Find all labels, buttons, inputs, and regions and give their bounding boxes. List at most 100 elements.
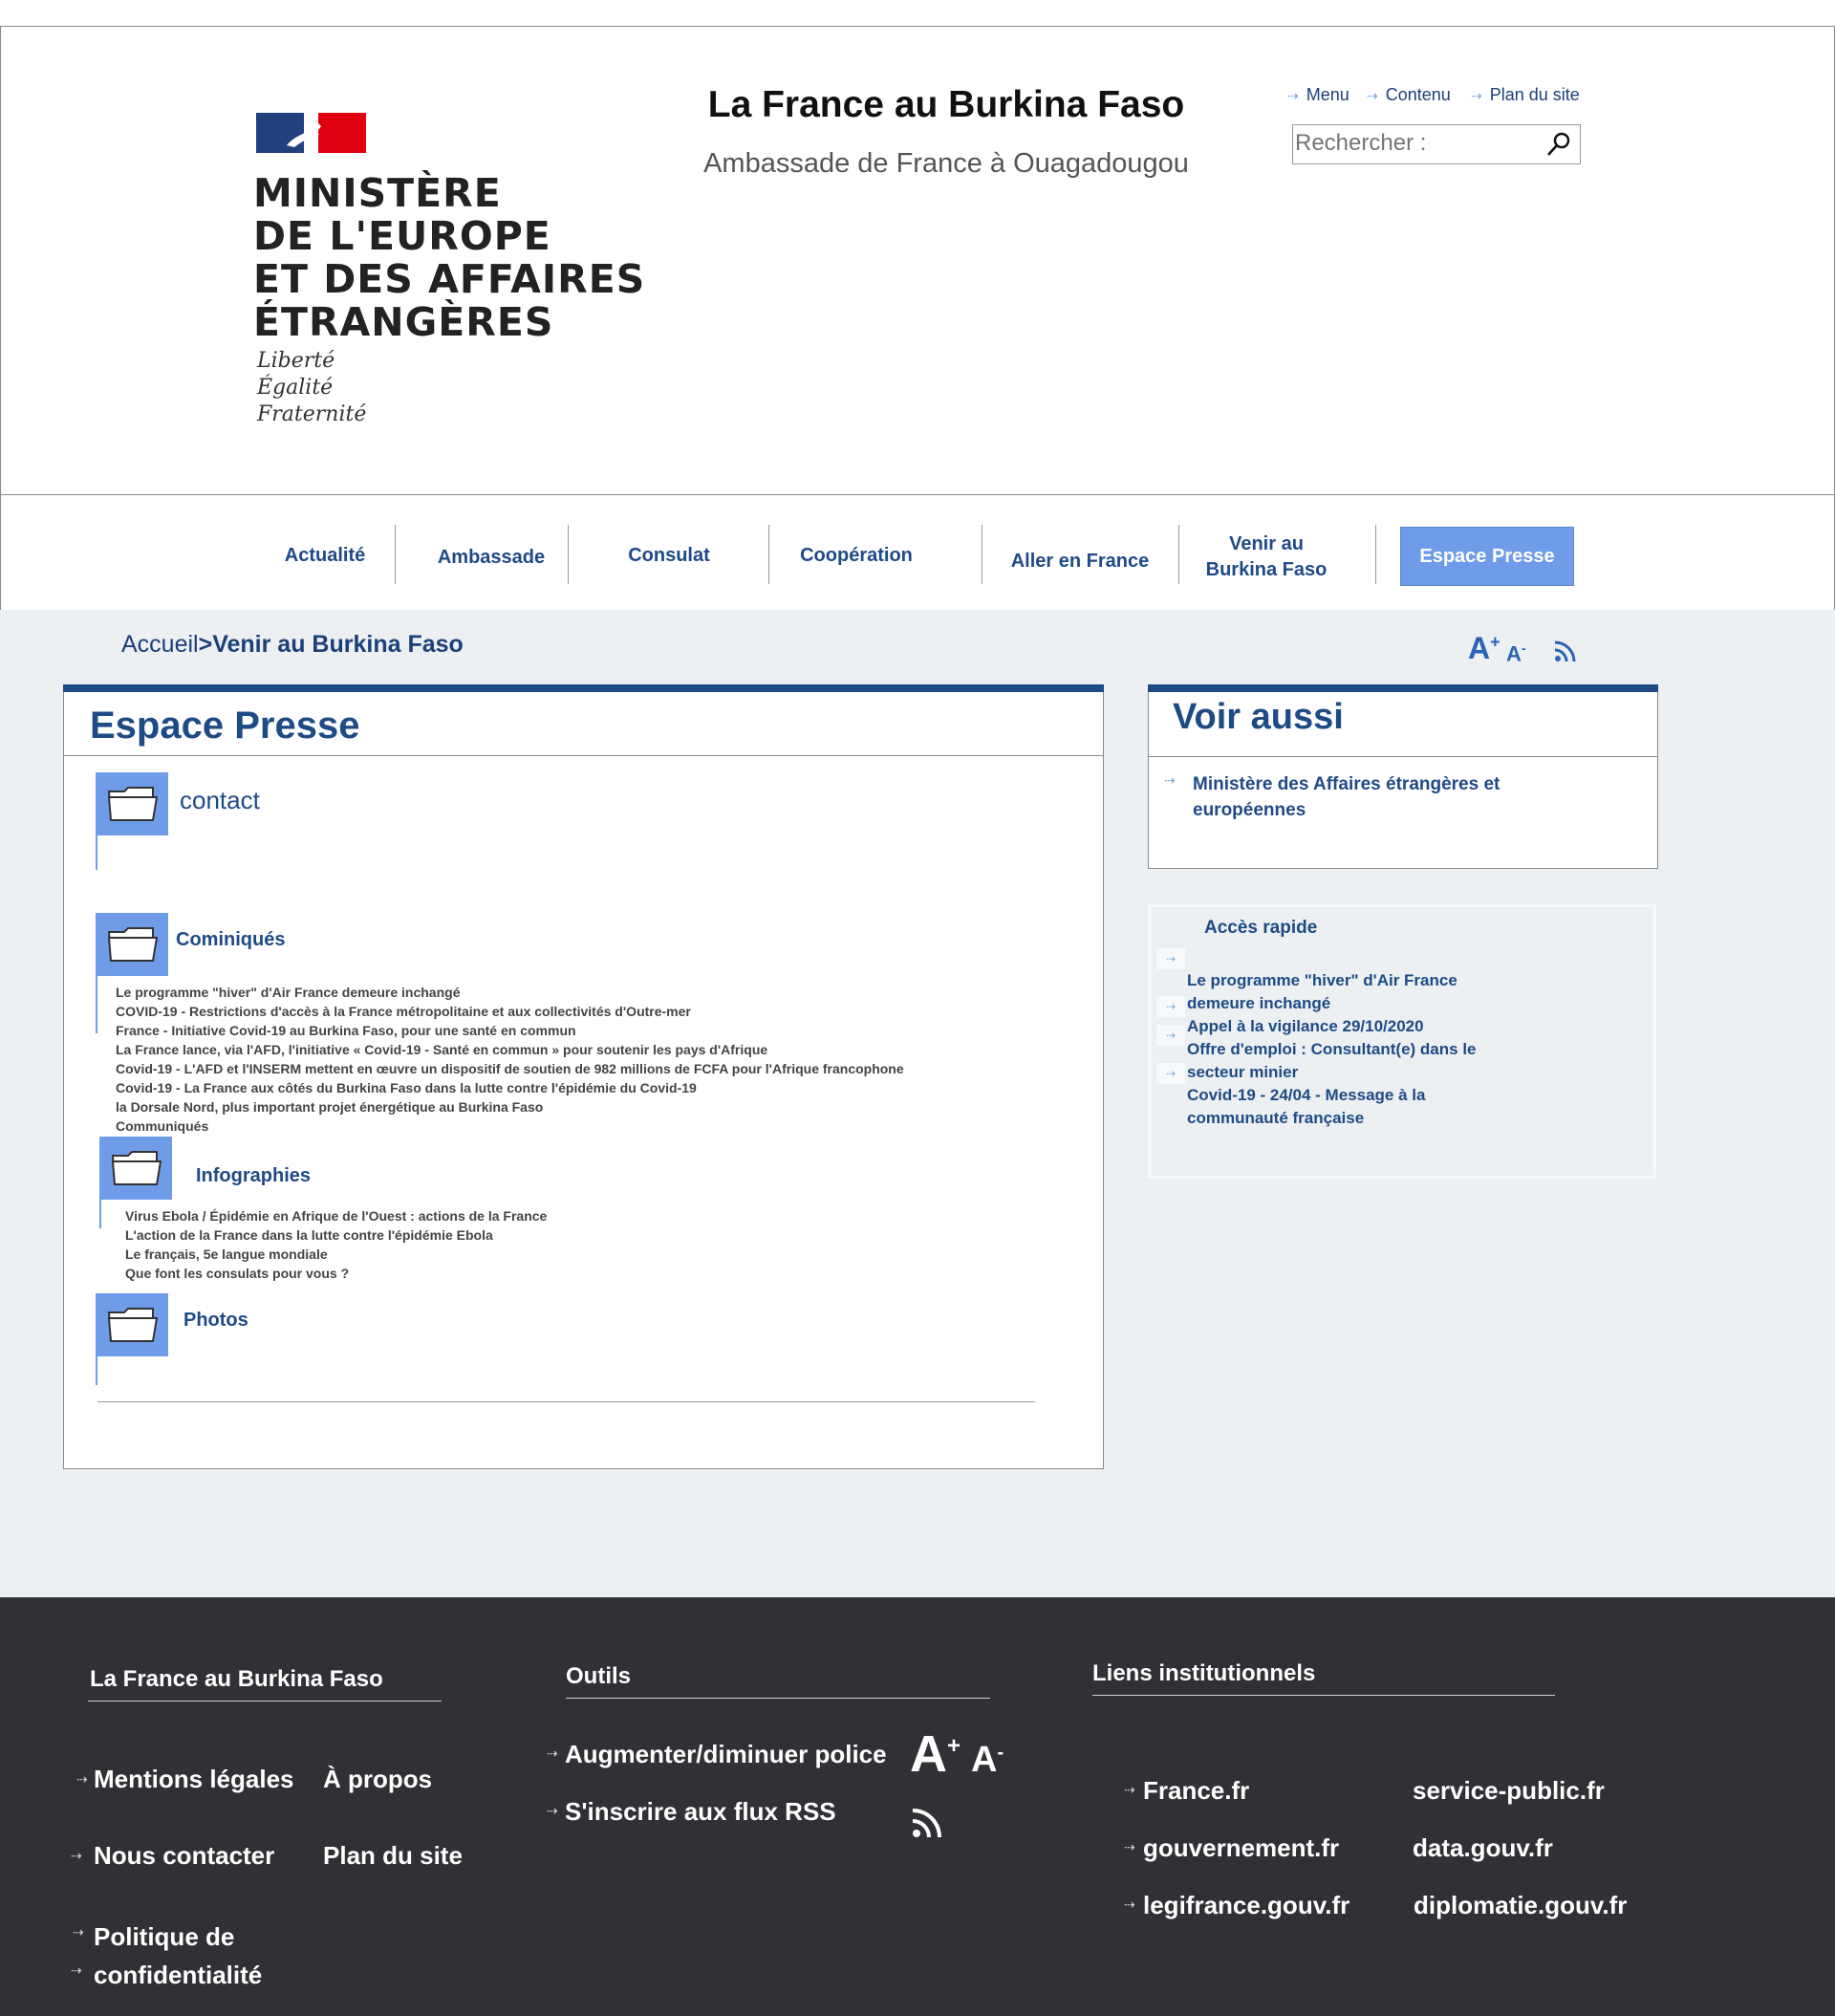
font-decrease-minus: - bbox=[1521, 640, 1526, 656]
list-item[interactable]: France - Initiative Covid-19 au Burkina … bbox=[116, 1021, 904, 1040]
nav-divider bbox=[568, 525, 569, 584]
list-item[interactable]: Le programme "hiver" d'Air France demeur… bbox=[116, 983, 904, 1002]
motto-liberte: Liberté bbox=[257, 349, 335, 373]
section-title-contact[interactable]: contact bbox=[180, 786, 260, 815]
arrow-right-icon: ⇢ bbox=[71, 1962, 82, 1978]
arrow-right-icon: ⇢ bbox=[547, 1745, 558, 1761]
nav-divider bbox=[768, 525, 769, 584]
list-item[interactable]: Covid-19 - L'AFD et l'INSERM mettent en … bbox=[116, 1059, 904, 1078]
footer-title-site: La France au Burkina Faso bbox=[90, 1666, 383, 1692]
arrow-right-icon: ⇢ bbox=[1156, 948, 1185, 969]
motto-egalite: Égalité bbox=[257, 376, 334, 400]
list-item[interactable]: Virus Ebola / Épidémie en Afrique de l'O… bbox=[125, 1206, 547, 1225]
footer-link-politique-confidentialite[interactable]: Politique de confidentialité bbox=[94, 1918, 285, 1994]
section-title-photos[interactable]: Photos bbox=[184, 1310, 248, 1332]
site-title[interactable]: La France au Burkina Faso bbox=[669, 84, 1223, 126]
footer-link-data-gouv[interactable]: data.gouv.fr bbox=[1413, 1833, 1553, 1863]
footer-font-increase-glyph: A bbox=[910, 1725, 947, 1783]
acces-rapide-link[interactable]: Covid-19 - 24/04 - Message à la communau… bbox=[1187, 1084, 1512, 1130]
font-decrease-icon[interactable]: A- bbox=[971, 1740, 1004, 1781]
list-item[interactable]: Le français, 5e langue mondiale bbox=[125, 1245, 547, 1264]
acces-rapide-link[interactable]: Appel à la vigilance 29/10/2020 bbox=[1187, 1015, 1512, 1038]
search-input[interactable] bbox=[1295, 127, 1534, 160]
list-item[interactable]: Communiqués bbox=[116, 1116, 904, 1136]
ministry-name-line-2: DE L'EUROPE bbox=[253, 213, 551, 259]
nav-item-consulat[interactable]: Consulat bbox=[602, 543, 736, 569]
arrow-right-icon: ⇢ bbox=[1164, 772, 1176, 788]
nav-item-ambassade[interactable]: Ambassade bbox=[424, 545, 558, 571]
skip-link-menu-label: Menu bbox=[1306, 85, 1349, 104]
breadcrumb-home[interactable]: Accueil bbox=[121, 631, 199, 658]
skip-link-menu[interactable]: ⇢ Menu bbox=[1287, 85, 1349, 105]
list-item[interactable]: Covid-19 - La France aux côtés du Burkin… bbox=[116, 1078, 904, 1097]
arrow-right-icon: ⇢ bbox=[1156, 996, 1185, 1017]
ministry-logo[interactable]: MINISTÈRE DE L'EUROPE ET DES AFFAIRES ÉT… bbox=[253, 113, 644, 433]
nav-item-cooperation[interactable]: Coopération bbox=[789, 543, 923, 569]
font-increase-button[interactable]: A+ bbox=[1468, 631, 1500, 666]
voir-aussi-link[interactable]: Ministère des Affaires étrangères et eur… bbox=[1193, 771, 1575, 823]
footer-link-plan-du-site[interactable]: Plan du site bbox=[323, 1841, 463, 1871]
folder-icon[interactable] bbox=[99, 1137, 172, 1200]
font-increase-glyph: A bbox=[1468, 631, 1491, 665]
font-decrease-button[interactable]: A- bbox=[1506, 640, 1526, 666]
acces-rapide-list: Le programme "hiver" d'Air France demeur… bbox=[1187, 969, 1512, 1130]
skip-link-contenu[interactable]: ⇢ Contenu bbox=[1367, 85, 1451, 105]
skip-link-contenu-label: Contenu bbox=[1385, 85, 1451, 104]
folder-icon[interactable] bbox=[96, 913, 168, 976]
nav-item-aller-en-france[interactable]: Aller en France bbox=[1004, 549, 1156, 574]
list-item[interactable]: COVID-19 - Restrictions d'accès à la Fra… bbox=[116, 1002, 904, 1021]
folder-icon[interactable] bbox=[96, 772, 168, 835]
footer-link-nous-contacter[interactable]: Nous contacter bbox=[94, 1841, 274, 1871]
footer-link-legifrance[interactable]: legifrance.gouv.fr bbox=[1143, 1891, 1349, 1920]
arrow-right-icon: ⇢ bbox=[1367, 88, 1378, 103]
list-item[interactable]: la Dorsale Nord, plus important projet é… bbox=[116, 1097, 904, 1116]
arrow-right-icon: ⇢ bbox=[547, 1803, 558, 1818]
folder-stem bbox=[96, 976, 97, 1033]
font-decrease-glyph: A bbox=[1506, 641, 1522, 666]
folder-stem bbox=[96, 1356, 97, 1385]
footer-link-france-fr[interactable]: France.fr bbox=[1143, 1776, 1249, 1806]
acces-rapide-link[interactable]: Offre d'emploi : Consultant(e) dans le s… bbox=[1187, 1038, 1512, 1084]
motto-fraternite: Fraternité bbox=[257, 402, 367, 426]
rss-icon[interactable] bbox=[911, 1805, 945, 1839]
voir-aussi-divider bbox=[1148, 756, 1658, 757]
breadcrumb-current: Venir au Burkina Faso bbox=[212, 631, 464, 658]
communiques-list: Le programme "hiver" d'Air France demeur… bbox=[116, 983, 904, 1136]
nav-item-actualite[interactable]: Actualité bbox=[268, 543, 382, 569]
footer-divider bbox=[566, 1698, 990, 1699]
folder-icon[interactable] bbox=[96, 1293, 168, 1356]
nav-divider bbox=[1178, 525, 1179, 584]
section-title-communiques[interactable]: Cominiqués bbox=[176, 929, 285, 951]
arrow-right-icon: ⇢ bbox=[1471, 88, 1482, 103]
font-increase-plus: + bbox=[1490, 632, 1500, 652]
voir-aussi-title: Voir aussi bbox=[1173, 697, 1344, 737]
font-increase-icon[interactable]: A+ bbox=[910, 1724, 961, 1784]
footer-link-mentions-legales[interactable]: Mentions légales bbox=[94, 1765, 294, 1794]
arrow-right-icon: ⇢ bbox=[76, 1771, 88, 1787]
skip-link-plan-label: Plan du site bbox=[1489, 85, 1580, 104]
list-item[interactable]: La France lance, via l'AFD, l'initiative… bbox=[116, 1040, 904, 1059]
rss-icon[interactable] bbox=[1553, 639, 1578, 663]
footer-link-service-public[interactable]: service-public.fr bbox=[1413, 1776, 1605, 1806]
footer-link-font-size[interactable]: Augmenter/diminuer police bbox=[565, 1740, 887, 1769]
title-divider bbox=[63, 755, 1104, 756]
list-item[interactable]: Que font les consulats pour vous ? bbox=[125, 1264, 547, 1283]
skip-link-plan-du-site[interactable]: ⇢ Plan du site bbox=[1471, 85, 1580, 105]
footer-link-gouvernement[interactable]: gouvernement.fr bbox=[1143, 1833, 1339, 1863]
nav-item-espace-presse[interactable]: Espace Presse bbox=[1400, 527, 1574, 586]
divider bbox=[97, 1401, 1035, 1402]
footer-link-a-propos[interactable]: À propos bbox=[323, 1765, 432, 1794]
section-title-infographies[interactable]: Infographies bbox=[196, 1165, 311, 1187]
footer-link-diplomatie[interactable]: diplomatie.gouv.fr bbox=[1414, 1891, 1627, 1920]
infographies-list: Virus Ebola / Épidémie en Afrique de l'O… bbox=[125, 1206, 547, 1283]
footer-font-decrease-minus: - bbox=[997, 1742, 1004, 1764]
arrow-right-icon: ⇢ bbox=[1124, 1782, 1135, 1797]
search-icon[interactable] bbox=[1545, 131, 1572, 158]
nav-item-venir-au-burkina-faso[interactable]: Venir au Burkina Faso bbox=[1195, 531, 1338, 583]
acces-rapide-link[interactable]: Le programme "hiver" d'Air France demeur… bbox=[1187, 969, 1512, 1015]
footer-title-outils: Outils bbox=[566, 1663, 632, 1689]
list-item[interactable]: L'action de la France dans la lutte cont… bbox=[125, 1225, 547, 1245]
marianne-icon bbox=[287, 122, 321, 147]
breadcrumb: Accueil>Venir au Burkina Faso bbox=[121, 631, 464, 659]
footer-link-rss[interactable]: S'inscrire aux flux RSS bbox=[565, 1797, 836, 1827]
